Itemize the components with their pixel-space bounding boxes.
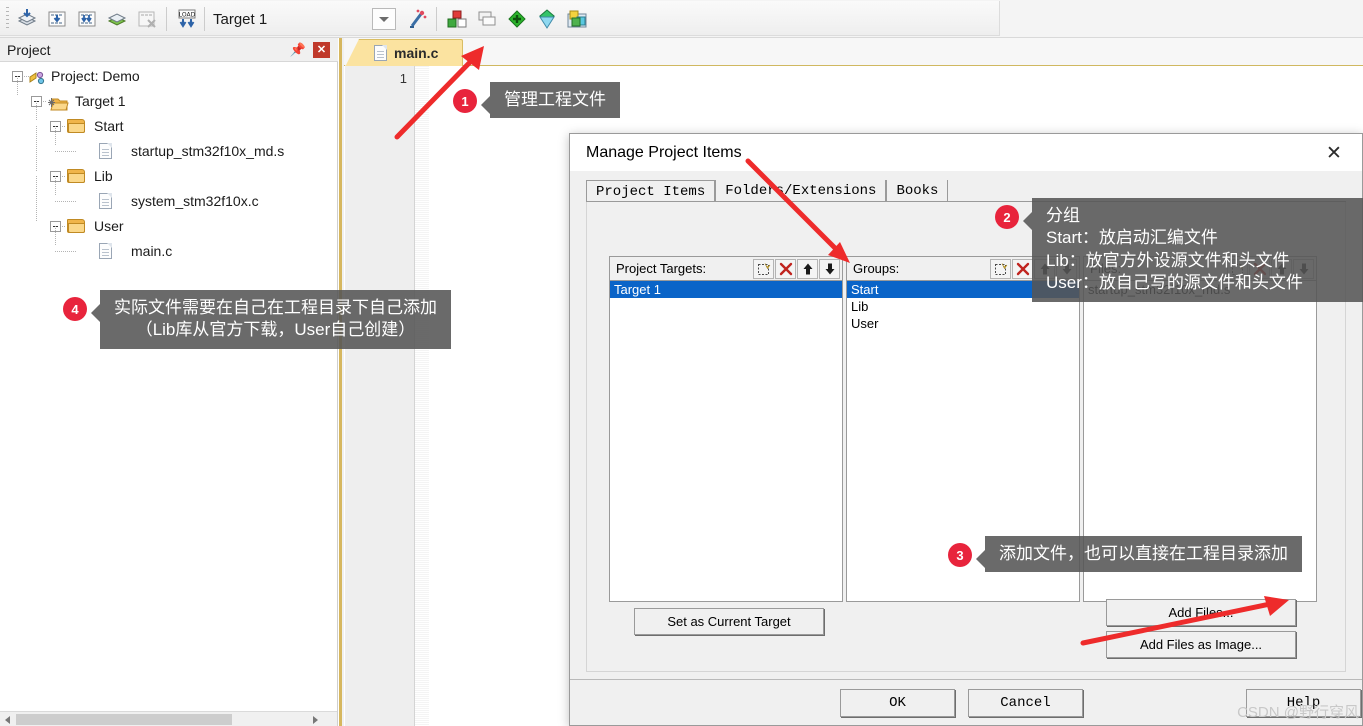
callout-badge-1: 1: [453, 89, 477, 113]
dialog-titlebar: Manage Project Items ✕: [570, 134, 1362, 171]
build-target-icon[interactable]: [14, 6, 40, 32]
packs-icon[interactable]: [564, 6, 590, 32]
set-as-current-target-button[interactable]: Set as Current Target: [634, 608, 824, 635]
ok-button[interactable]: OK: [840, 689, 955, 717]
list-item[interactable]: User: [847, 315, 1079, 332]
toolbar-separator-3: [436, 7, 437, 31]
panel-title: Project: [7, 42, 51, 58]
close-icon[interactable]: ✕: [1316, 140, 1352, 166]
stop-build-icon[interactable]: [134, 6, 160, 32]
download-to-flash-icon[interactable]: LOAD: [174, 6, 200, 32]
close-icon[interactable]: ✕: [313, 42, 330, 58]
file-icon: [99, 193, 112, 209]
tree-item-label: startup_stm32f10x_md.s: [131, 143, 285, 159]
line-number-gutter: 1: [345, 66, 415, 726]
tree-item-label: Start: [94, 118, 124, 134]
callout-badge-3: 3: [948, 543, 972, 567]
scroll-right-icon[interactable]: [313, 716, 318, 724]
pin-icon[interactable]: 📌: [290, 43, 306, 56]
arrow-to-toolbar: [394, 46, 484, 140]
editor-left-border-inner: [342, 38, 344, 726]
folder-icon: [67, 119, 85, 133]
tree-item-group-start[interactable]: Start: [0, 101, 338, 139]
tree-item-label: Project: Demo: [51, 68, 140, 84]
scroll-left-icon[interactable]: [5, 716, 10, 724]
tree-item-label: Lib: [94, 168, 113, 184]
project-targets-list[interactable]: Target 1: [609, 280, 843, 602]
watermark: CSDN @野行穿风: [1237, 704, 1359, 721]
delete-item-icon[interactable]: [1012, 259, 1033, 279]
callout-badge-4: 4: [63, 297, 87, 321]
manage-project-items-icon[interactable]: [444, 6, 470, 32]
gutter-fold-strip: [415, 66, 429, 726]
tree-item-file-system[interactable]: system_stm32f10x.c: [0, 176, 338, 214]
tree-item-label: User: [94, 218, 124, 234]
callout-1: 管理工程文件: [481, 82, 620, 119]
svg-text:LOAD: LOAD: [179, 12, 196, 19]
project-targets-label: Project Targets:: [616, 261, 707, 276]
project-panel-hscrollbar[interactable]: [0, 711, 337, 726]
arrow-to-groups-buttons: [745, 158, 850, 263]
start-debug-icon[interactable]: [504, 6, 530, 32]
toolbar-strip: LOAD Target 1: [0, 1, 1000, 36]
callout-badge-2: 2: [995, 205, 1019, 229]
file-icon: [99, 143, 112, 159]
callout-3: 添加文件，也可以直接在工程目录添加: [976, 536, 1302, 573]
build-all-icon[interactable]: [74, 6, 100, 32]
project-panel: Project 📌 ✕ Project: Demo Target 1 Start…: [0, 38, 338, 726]
tree-item-project[interactable]: Project: Demo: [0, 64, 338, 89]
dialog-title: Manage Project Items: [586, 144, 742, 161]
multi-project-icon[interactable]: [474, 6, 500, 32]
folder-icon: [67, 219, 85, 233]
new-item-icon[interactable]: [990, 259, 1011, 279]
scroll-corner: [322, 712, 337, 726]
main-toolbar: LOAD Target 1: [0, 0, 1363, 38]
tab-books[interactable]: Books: [886, 180, 949, 202]
arrow-to-add-files: [1080, 596, 1289, 646]
tree-item-label: Target 1: [75, 93, 126, 109]
tree-item-target[interactable]: Target 1: [0, 76, 338, 114]
tree-item-label: main.c: [131, 243, 173, 259]
project-icon: [28, 69, 46, 85]
tab-project-items[interactable]: Project Items: [586, 180, 716, 203]
insert-watchpoint-icon[interactable]: [534, 6, 560, 32]
toolbar-separator: [166, 7, 167, 31]
scrollbar-thumb[interactable]: [16, 714, 232, 725]
toolbar-separator-2: [204, 7, 205, 31]
target-options-dropdown-icon[interactable]: [372, 8, 396, 30]
target-selector-label[interactable]: Target 1: [213, 11, 267, 28]
tree-item-file-startup[interactable]: startup_stm32f10x_md.s: [0, 126, 338, 164]
tree-item-file-main[interactable]: main.c: [0, 226, 338, 264]
project-tree: Project: Demo Target 1 Start startup_stm…: [0, 64, 338, 264]
tree-item-group-lib[interactable]: Lib: [0, 126, 338, 189]
toolbar-grip[interactable]: [6, 7, 9, 31]
tree-item-group-user[interactable]: User: [0, 176, 338, 239]
project-panel-header: Project 📌 ✕: [0, 38, 338, 62]
file-icon: [99, 243, 112, 259]
tree-item-label: system_stm32f10x.c: [131, 193, 259, 209]
folder-icon: [67, 169, 85, 183]
cancel-button[interactable]: Cancel: [968, 689, 1083, 717]
rebuild-icon[interactable]: [104, 6, 130, 32]
groups-label: Groups:: [853, 261, 900, 276]
translate-icon[interactable]: [44, 6, 70, 32]
target-icon: [47, 95, 69, 111]
callout-4: 实际文件需要在自己在工程目录下自己添加 （Lib库从官方下载，User自己创建）: [91, 290, 451, 349]
list-item[interactable]: Target 1: [610, 281, 842, 298]
configuration-wizard-icon[interactable]: [404, 6, 430, 32]
callout-2: 分组 Start：放启动汇编文件 Lib：放官方外设源文件和头文件 User：放…: [1023, 198, 1363, 302]
